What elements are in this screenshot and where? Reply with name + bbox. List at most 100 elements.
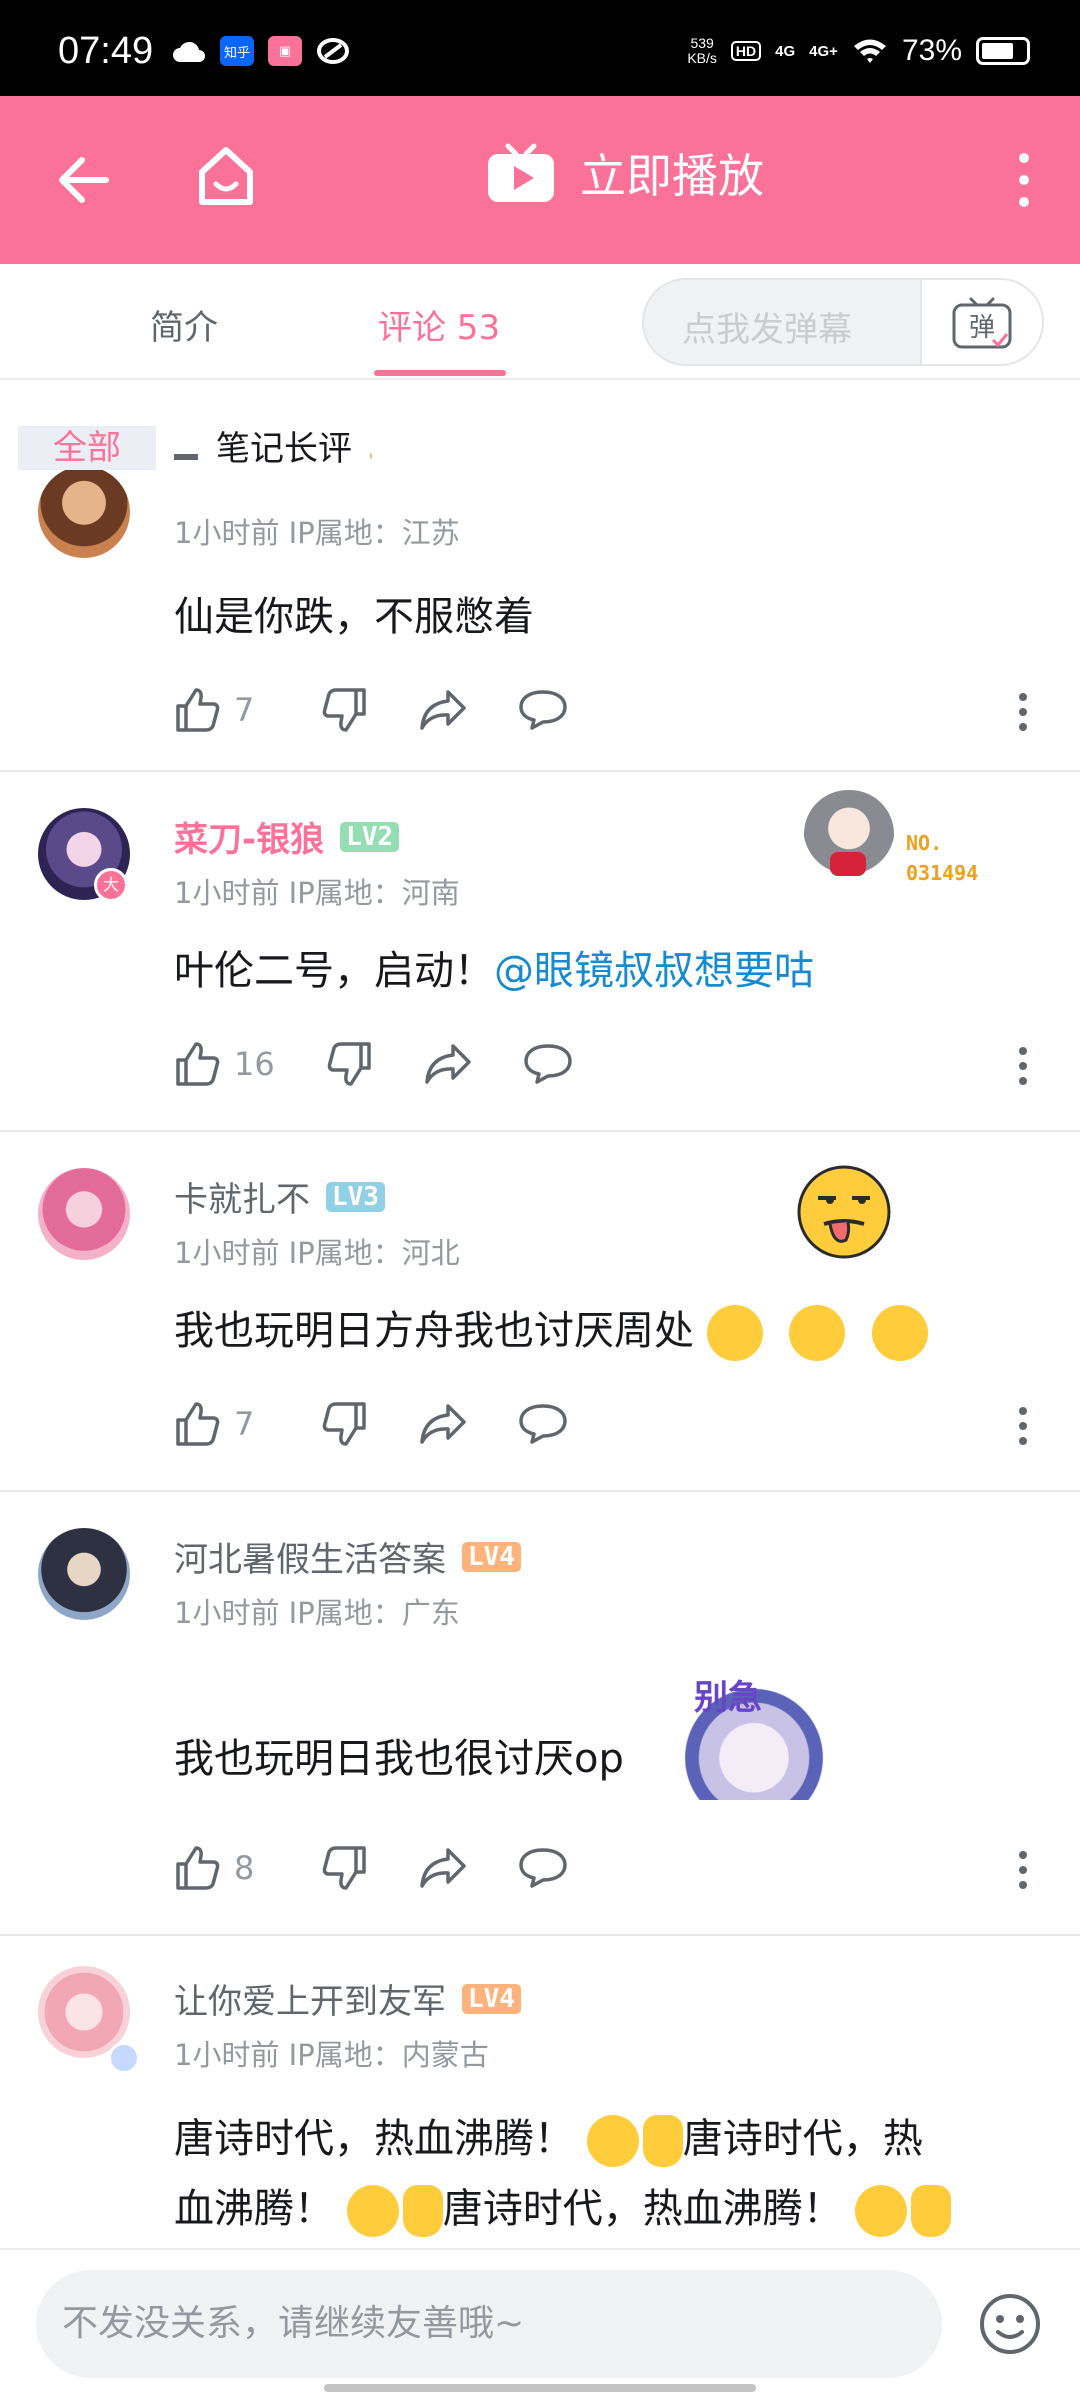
username-text: 菜刀-银狼 [174, 820, 325, 860]
home-icon[interactable] [194, 144, 258, 208]
tab-comments[interactable]: 评论 53 [378, 300, 500, 349]
tab-intro[interactable]: 简介 [150, 300, 218, 349]
grin-emoji-icon [855, 2185, 908, 2237]
heart-icon [830, 852, 866, 876]
danmaku-toggle-button[interactable]: 弹 [920, 280, 1042, 364]
level-badge: LV4 [462, 1983, 521, 2014]
back-arrow-icon[interactable] [56, 148, 112, 212]
verified-badge-icon [108, 2042, 140, 2074]
like-button[interactable]: 16 [174, 1040, 275, 1088]
thumb-down-icon [327, 1042, 371, 1086]
thumb-down-icon [322, 688, 366, 732]
net-speed: 539 KB/s [687, 36, 717, 66]
laugh-cry-emoji-icon [872, 1305, 929, 1361]
net-speed-value: 539 [690, 35, 714, 51]
comment-actions: 16 [174, 1040, 623, 1088]
level-badge: LV4 [462, 1541, 521, 1572]
cloud-icon [173, 41, 205, 62]
tv-play-icon [488, 143, 554, 202]
hd-icon: HD [730, 41, 762, 61]
dislike-button[interactable] [325, 1040, 373, 1088]
rock-hand-emoji-icon [642, 2115, 683, 2167]
username-text: 河北暑假生活答案 [174, 1540, 446, 1580]
comment-more-icon[interactable] [1018, 1406, 1028, 1446]
comment-username[interactable]: 卡就扎不 LV3 [174, 1172, 385, 1221]
comment-username[interactable]: 河北暑假生活答案 LV4 [174, 1532, 521, 1581]
grin-emoji-icon [586, 2115, 639, 2167]
filter-all[interactable]: 全部 [18, 426, 156, 470]
share-button[interactable] [418, 688, 468, 732]
comment-meta: 1小时前 IP属地：广东 [174, 1596, 460, 1630]
sticker-image: 别急 [684, 1668, 824, 1800]
share-icon [424, 1044, 471, 1084]
comment-username[interactable]: 让你爱上开到友军 LV4 [174, 1974, 521, 2023]
avatar[interactable] [38, 1528, 130, 1620]
dislike-button[interactable] [320, 1844, 368, 1892]
comment-more-icon[interactable] [1018, 1850, 1028, 1890]
share-button[interactable] [423, 1042, 473, 1086]
comment-actions: 7 [174, 1400, 618, 1448]
danmaku-input[interactable]: 点我发弹幕 弹 [642, 278, 1044, 366]
like-button[interactable]: 7 [174, 1400, 270, 1448]
comment-text-part: 唐诗时代，热血沸腾！ [442, 2186, 843, 2232]
svg-text:弹: 弹 [969, 313, 995, 343]
bilibili-app-icon: ▣ [268, 36, 302, 66]
more-vertical-icon[interactable] [1014, 148, 1034, 212]
fan-badge [804, 790, 894, 886]
share-button[interactable] [418, 1846, 468, 1890]
link-icon [317, 38, 349, 64]
emoji-picker-icon[interactable] [978, 2292, 1042, 2356]
net-speed-unit: KB/s [687, 50, 717, 66]
dislike-button[interactable] [320, 1400, 368, 1448]
home-indicator[interactable] [324, 2384, 756, 2392]
thumb-up-icon [176, 1042, 220, 1086]
reply-input[interactable]: 不发没关系，请继续友善哦~ [36, 2270, 942, 2378]
filter-notes-long[interactable]: 笔记长评 [198, 424, 370, 474]
comment-bubble-icon [519, 690, 567, 730]
comment-meta: 1小时前 IP属地：河北 [174, 1236, 460, 1270]
comment-more-icon[interactable] [1018, 1046, 1028, 1086]
clock: 07:49 [58, 30, 154, 72]
comment-text-line: 血沸腾！ 唐诗时代，热血沸腾！ [174, 2174, 952, 2244]
rock-hand-emoji-icon [402, 2185, 443, 2237]
comment-text: 叶伦二号，启动！@眼镜叔叔想要咕 [174, 936, 814, 1006]
like-count: 7 [234, 1405, 255, 1443]
play-now-label: 立即播放 [580, 149, 764, 203]
notification-icons: 知乎 ▣ [172, 36, 350, 66]
username-text: 卡就扎不 [174, 1180, 310, 1220]
avatar[interactable] [38, 1168, 130, 1260]
like-button[interactable]: 8 [174, 1844, 270, 1892]
zhihu-icon: 知乎 [220, 36, 254, 66]
play-now-button[interactable]: 立即播放 [486, 140, 764, 206]
battery-icon [976, 37, 1030, 65]
status-bar: 07:49 知乎 ▣ 539 KB/s HD 4G 4G+ 73% [0, 0, 1080, 96]
comment-meta: 1小时前 IP属地：河南 [174, 876, 460, 910]
like-button[interactable]: 7 [174, 686, 270, 734]
danmaku-icon: 弹 [952, 297, 1012, 349]
comment-text-part: 唐诗时代，热血沸腾！ [174, 2116, 574, 2162]
share-icon [420, 1404, 466, 1444]
comment-text-body: 叶伦二号，启动！ [174, 948, 494, 994]
grin-emoji-icon [346, 2185, 399, 2237]
comment-username[interactable]: 菜刀-银狼 LV2 [174, 812, 400, 861]
laugh-cry-emoji-icon [789, 1305, 846, 1361]
comment-more-icon[interactable] [1018, 692, 1028, 732]
reply-button[interactable] [523, 1042, 573, 1086]
reply-button[interactable] [518, 1402, 568, 1446]
video-tabs: 简介 评论 53 点我发弹幕 弹 [0, 264, 1080, 380]
comment-item: 让你爱上开到友军 LV4 1小时前 IP属地：内蒙古 唐诗时代，热血沸腾！ 唐诗… [0, 1936, 1080, 2248]
reply-button[interactable] [518, 688, 568, 732]
dislike-button[interactable] [320, 686, 368, 734]
fan-badge-number: NO. 031494 [906, 828, 978, 888]
mention-link[interactable]: @眼镜叔叔想要咕 [494, 948, 814, 994]
comment-text-part: 血沸腾！ [174, 2186, 334, 2232]
comment-text: 唐诗时代，热血沸腾！ 唐诗时代，热 血沸腾！ 唐诗时代，热血沸腾！ [174, 2104, 952, 2244]
level-badge: LV2 [340, 821, 400, 852]
reply-button[interactable] [518, 1846, 568, 1890]
tongue-face-emoji-icon [797, 1165, 891, 1259]
comment-text-body: 我也玩明日方舟我也讨厌周处 [174, 1308, 694, 1354]
comment-text-body: 我也玩明日我也很讨厌op [174, 1736, 624, 1782]
avatar[interactable] [38, 466, 130, 558]
share-button[interactable] [418, 1402, 468, 1446]
fan-badge-no: NO. [906, 831, 943, 855]
